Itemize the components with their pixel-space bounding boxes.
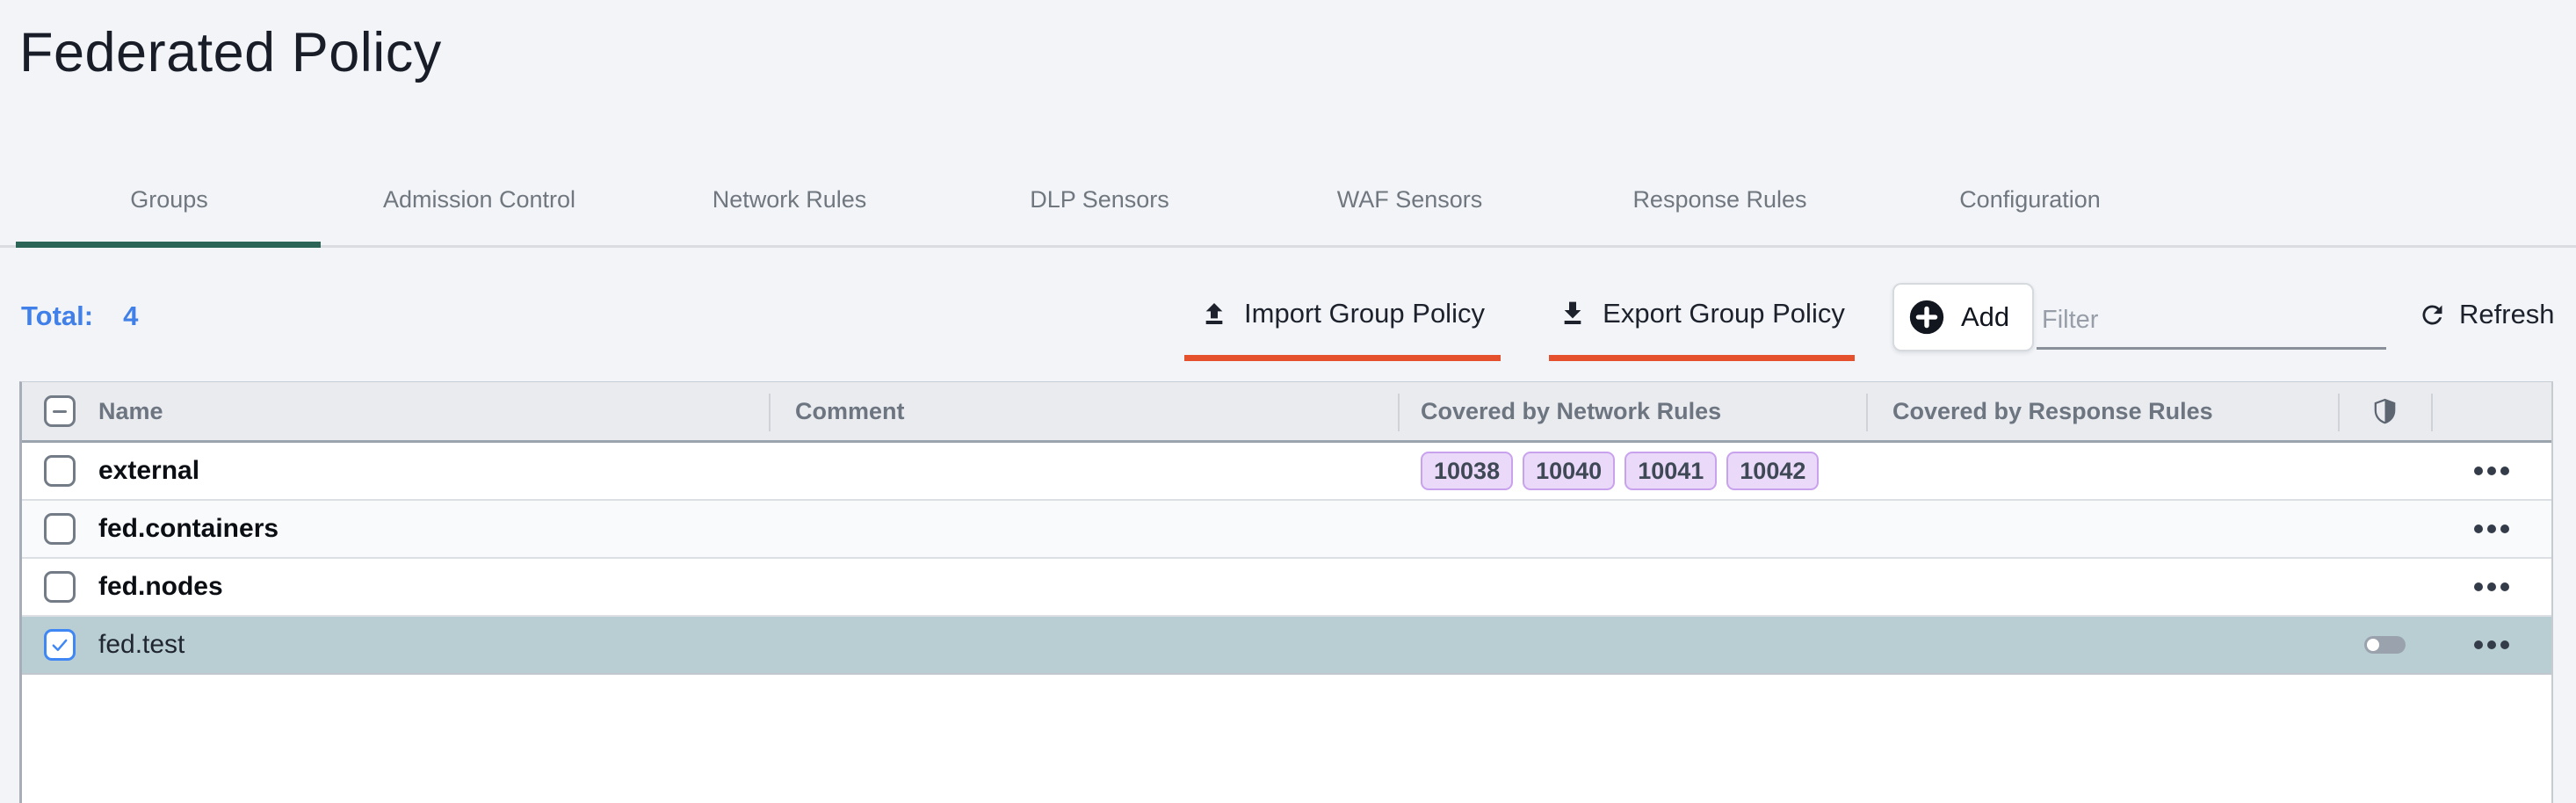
header-response-rules-label: Covered by Response Rules <box>1892 398 2213 425</box>
shield-icon <box>2373 398 2397 424</box>
network-rule-badges <box>1398 501 1866 557</box>
export-group-policy-button[interactable]: Export Group Policy <box>1549 293 1855 361</box>
indeterminate-dash-icon <box>53 410 67 413</box>
add-button[interactable]: Add <box>1892 283 2034 351</box>
header-network-rules-label: Covered by Network Rules <box>1421 398 1721 425</box>
total-value: 4 <box>123 300 138 331</box>
toggle-knob <box>2367 639 2379 651</box>
page-title: Federated Policy <box>19 21 442 84</box>
rule-id-badge: 10042 <box>1726 452 1819 490</box>
response-rule-badges <box>1866 443 2338 499</box>
row-checkbox[interactable] <box>44 571 76 603</box>
tab-bar: Groups Admission Control Network Rules D… <box>0 172 2576 248</box>
tab-label: Groups <box>130 186 208 213</box>
table-body: external 10038 100401004110042 fed.contai… <box>22 443 2551 675</box>
row-checkbox[interactable] <box>44 455 76 487</box>
tab-dlp-sensors[interactable]: DLP Sensors <box>944 172 1255 245</box>
row-checkbox[interactable] <box>44 513 76 545</box>
tab-label: WAF Sensors <box>1337 186 1483 213</box>
row-name: fed.nodes <box>98 572 223 602</box>
row-actions-menu[interactable] <box>2467 459 2516 482</box>
rule-id-badge: 10040 <box>1523 452 1615 490</box>
row-name: external <box>98 456 199 486</box>
tab-response-rules[interactable]: Response Rules <box>1565 172 1875 245</box>
refresh-button[interactable]: Refresh <box>2418 299 2555 330</box>
select-all-checkbox[interactable] <box>44 395 76 427</box>
federated-policy-page: Federated Policy Groups Admission Contro… <box>0 0 2576 803</box>
table-row[interactable]: fed.nodes <box>22 559 2551 617</box>
upload-icon <box>1200 300 1228 328</box>
add-label: Add <box>1961 301 2009 333</box>
network-rule-badges <box>1398 559 1866 615</box>
header-mode-column <box>2338 382 2431 440</box>
tab-waf-sensors[interactable]: WAF Sensors <box>1255 172 1565 245</box>
tab-label: Response Rules <box>1632 186 1806 213</box>
row-name: fed.containers <box>98 514 279 544</box>
import-label: Import Group Policy <box>1244 298 1485 329</box>
policy-mode-toggle[interactable] <box>2364 636 2406 654</box>
tab-groups[interactable]: Groups <box>14 172 324 245</box>
check-icon <box>48 633 71 656</box>
response-rule-badges <box>1866 501 2338 557</box>
table-row[interactable]: external 10038 100401004110042 <box>22 443 2551 501</box>
tab-label: Network Rules <box>713 186 867 213</box>
response-rule-badges <box>1866 559 2338 615</box>
network-rule-badges <box>1398 617 1866 673</box>
download-icon <box>1559 300 1587 328</box>
header-response-rules: Covered by Response Rules <box>1866 382 2338 440</box>
row-checkbox[interactable] <box>44 629 76 661</box>
row-actions-menu[interactable] <box>2467 633 2516 656</box>
response-rule-badges <box>1866 617 2338 673</box>
rule-id-badge: 10041 <box>1624 452 1717 490</box>
tab-admission-control[interactable]: Admission Control <box>324 172 634 245</box>
plus-circle-icon <box>1907 297 1947 337</box>
tab-label: Configuration <box>1959 186 2101 213</box>
total-label: Total: <box>21 300 93 331</box>
filter-input[interactable] <box>2037 297 2386 350</box>
rule-id-badge: 10038 <box>1421 452 1513 490</box>
table-row[interactable]: fed.containers <box>22 501 2551 559</box>
policy-table: Name Comment Covered by Network Rules Co… <box>19 381 2553 803</box>
header-network-rules: Covered by Network Rules <box>1398 382 1866 440</box>
export-underline <box>1549 355 1855 361</box>
tab-network-rules[interactable]: Network Rules <box>634 172 944 245</box>
row-name: fed.test <box>98 630 185 660</box>
header-name-label: Name <box>98 398 163 425</box>
header-actions <box>2431 382 2551 440</box>
header-comment: Comment <box>769 382 1398 440</box>
header-comment-label: Comment <box>795 398 905 425</box>
row-actions-menu[interactable] <box>2467 575 2516 598</box>
table-row[interactable]: fed.test <box>22 617 2551 675</box>
header-name: Name <box>22 382 769 440</box>
export-label: Export Group Policy <box>1603 298 1845 329</box>
refresh-label: Refresh <box>2459 299 2555 330</box>
tab-label: Admission Control <box>383 186 575 213</box>
row-actions-menu[interactable] <box>2467 517 2516 540</box>
refresh-icon <box>2418 300 2447 329</box>
network-rule-badges: 10038 100401004110042 <box>1398 443 1866 499</box>
total-count: Total: 4 <box>21 300 138 332</box>
tab-label: DLP Sensors <box>1030 186 1169 213</box>
table-header: Name Comment Covered by Network Rules Co… <box>22 382 2551 443</box>
import-group-policy-button[interactable]: Import Group Policy <box>1184 293 1501 361</box>
tab-configuration[interactable]: Configuration <box>1875 172 2185 245</box>
import-underline <box>1184 355 1501 361</box>
